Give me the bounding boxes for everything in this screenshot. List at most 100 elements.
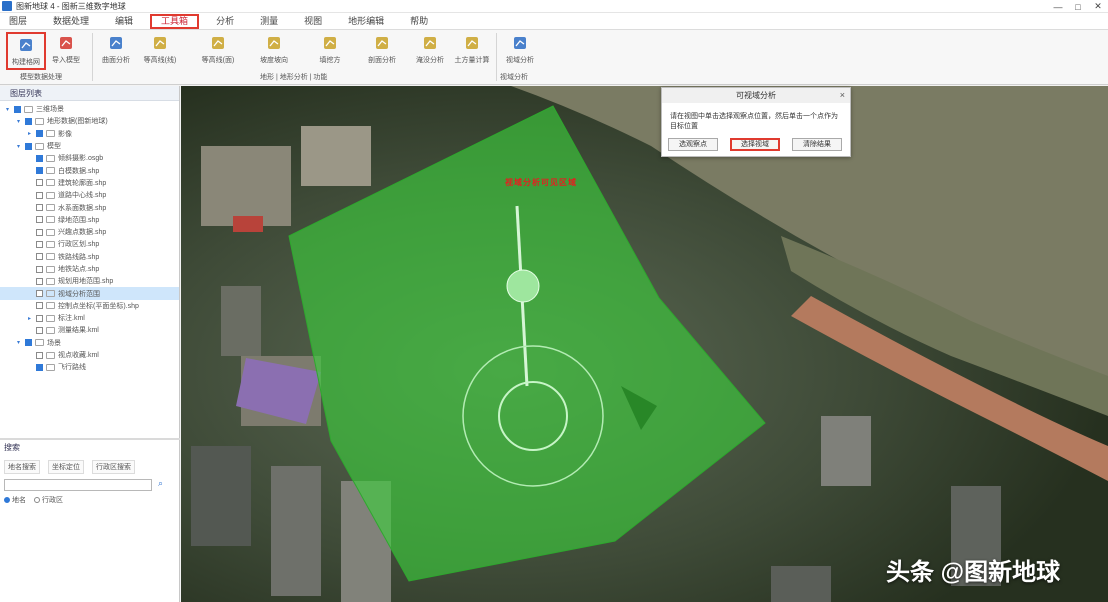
ribbon-button[interactable]: 坡度坡向 (254, 32, 294, 70)
layer-checkbox[interactable] (14, 105, 21, 113)
dialog-close-icon[interactable]: × (840, 88, 845, 103)
viewshed-dialog: 可视域分析 × 请在视图中单击选择观察点位置，然后单击一个点作为目标位置 选观察… (661, 87, 851, 157)
layer-icon (46, 253, 55, 261)
ribbon-button[interactable]: 淹没分析 (410, 32, 450, 70)
menu-item[interactable]: 测量 (251, 14, 287, 29)
map-viewport[interactable] (181, 86, 1108, 602)
expand-arrow-icon[interactable]: ▾ (15, 118, 22, 125)
menu-item[interactable]: 工具箱 (150, 13, 200, 29)
tree-item[interactable]: ▾ 场景 (0, 337, 179, 349)
layer-checkbox[interactable] (36, 326, 43, 334)
tree-item-label: 地铁站点.shp (58, 266, 100, 273)
ribbon-button[interactable]: 导入模型 (46, 32, 86, 70)
menu-item[interactable]: 编辑 (106, 14, 142, 29)
ribbon-button-label: 导入模型 (52, 57, 80, 64)
option-place[interactable]: 地名 (4, 495, 26, 505)
layer-checkbox[interactable] (36, 314, 43, 322)
ribbon-button[interactable]: 曲面分析 (96, 32, 136, 70)
tree-item[interactable]: 白模数据.shp (0, 164, 179, 176)
expand-arrow-icon[interactable]: ▸ (26, 130, 33, 137)
tree-item-label: 白模数据.shp (58, 167, 100, 175)
ribbon-button[interactable]: 等高线(线) (140, 32, 180, 70)
search-tabs: 地名搜索 坐标定位 行政区搜索 (4, 460, 135, 474)
layer-checkbox[interactable] (36, 265, 43, 273)
tree-item-label: 控制点坐标(平面坐标).shp (58, 302, 139, 310)
layer-checkbox[interactable] (36, 179, 43, 187)
tab-place-search[interactable]: 地名搜索 (4, 460, 40, 474)
option-district[interactable]: 行政区 (34, 495, 63, 505)
tree-item[interactable]: 控制点坐标(平面坐标).shp (0, 300, 179, 312)
layer-icon (46, 216, 55, 224)
tree-item[interactable]: ▾ 模型 (0, 140, 179, 152)
layer-checkbox[interactable] (36, 351, 43, 359)
layer-icon (46, 240, 55, 248)
tab-coordinate[interactable]: 坐标定位 (48, 460, 84, 474)
expand-arrow-icon[interactable]: ▾ (15, 143, 22, 150)
layer-checkbox[interactable] (36, 228, 43, 236)
layer-checkbox[interactable] (36, 216, 43, 224)
layer-checkbox[interactable] (36, 130, 43, 138)
ribbon-button[interactable]: 构建格网 (6, 32, 46, 70)
menu-item[interactable]: 帮助 (401, 14, 437, 29)
tree-item[interactable]: 水系面数据.shp (0, 201, 179, 213)
layer-checkbox[interactable] (36, 290, 43, 298)
layer-checkbox[interactable] (36, 277, 43, 285)
tree-item[interactable]: 行政区划.shp (0, 238, 179, 250)
expand-arrow-icon[interactable]: ▾ (4, 106, 11, 113)
layer-checkbox[interactable] (36, 154, 43, 162)
layer-checkbox[interactable] (36, 167, 43, 175)
ribbon-button-label: 构建格网 (12, 59, 40, 66)
tree-item[interactable]: 视域分析范围 (0, 287, 179, 300)
tab-district[interactable]: 行政区搜索 (92, 460, 135, 474)
maximize-button[interactable]: □ (1068, 0, 1088, 13)
tree-item[interactable]: 建筑轮廓面.shp (0, 177, 179, 189)
title-bar: 图新地球 4 - 图新三维数字地球 — □ ✕ (0, 0, 1108, 13)
layer-checkbox[interactable] (36, 253, 43, 261)
tree-item[interactable]: ▸ 标注.kml (0, 312, 179, 324)
layer-checkbox[interactable] (25, 117, 32, 125)
search-input[interactable] (4, 479, 152, 491)
layer-checkbox[interactable] (36, 204, 43, 212)
layer-checkbox[interactable] (36, 302, 43, 310)
layer-checkbox[interactable] (25, 142, 32, 150)
expand-arrow-icon[interactable]: ▸ (26, 315, 33, 322)
expand-arrow-icon[interactable]: ▾ (15, 339, 22, 346)
tree-item[interactable]: ▾ 地形数据(图新地球) (0, 115, 179, 127)
tree-item[interactable]: 地铁站点.shp (0, 263, 179, 275)
layer-checkbox[interactable] (25, 339, 32, 347)
tree-item[interactable]: 规划用地范围.shp (0, 275, 179, 287)
minimize-button[interactable]: — (1048, 0, 1068, 13)
layer-checkbox[interactable] (36, 191, 43, 199)
tree-item[interactable]: 视点收藏.kml (0, 349, 179, 361)
search-icon[interactable]: ⌕ (158, 478, 163, 489)
layer-checkbox[interactable] (36, 363, 43, 371)
ribbon-button[interactable]: 剖面分析 (362, 32, 402, 70)
tree-item[interactable]: 绿地范围.shp (0, 214, 179, 226)
menu-item[interactable]: 视图 (295, 14, 331, 29)
ribbon-button[interactable]: 等高线(面) (198, 32, 238, 70)
ribbon-button[interactable]: 土方量计算 (452, 32, 492, 70)
pick-observer-button[interactable]: 选观察点 (668, 138, 718, 151)
menu-item[interactable]: 地形编辑 (339, 14, 393, 29)
tree-item[interactable]: 飞行路线 (0, 361, 179, 373)
option-label: 行政区 (42, 497, 63, 504)
map-annotation: 视域分析可见区域 (505, 178, 577, 187)
menu-item[interactable]: 分析 (207, 14, 243, 29)
tree-item[interactable]: 道路中心线.shp (0, 189, 179, 201)
close-button[interactable]: ✕ (1088, 0, 1108, 13)
menu-item[interactable]: 图层 (0, 14, 36, 29)
tree-item[interactable]: ▾ 三维场景 (0, 103, 179, 115)
menu-item[interactable]: 数据处理 (44, 14, 98, 29)
ribbon-button[interactable]: 视域分析 (500, 32, 540, 70)
clear-result-button[interactable]: 清除结果 (792, 138, 842, 151)
tree-item[interactable]: 倾斜摄影.osgb (0, 152, 179, 164)
panel-divider[interactable] (0, 438, 180, 440)
ribbon-button[interactable]: 填挖方 (310, 32, 350, 70)
layer-icon (46, 265, 55, 273)
tree-item[interactable]: 兴趣点数据.shp (0, 226, 179, 238)
tree-item[interactable]: 测量结果.kml (0, 324, 179, 336)
tree-item[interactable]: 铁路线路.shp (0, 251, 179, 263)
select-viewshed-button[interactable]: 选择视域 (730, 138, 780, 151)
layer-checkbox[interactable] (36, 240, 43, 248)
tree-item[interactable]: ▸ 影像 (0, 128, 179, 140)
